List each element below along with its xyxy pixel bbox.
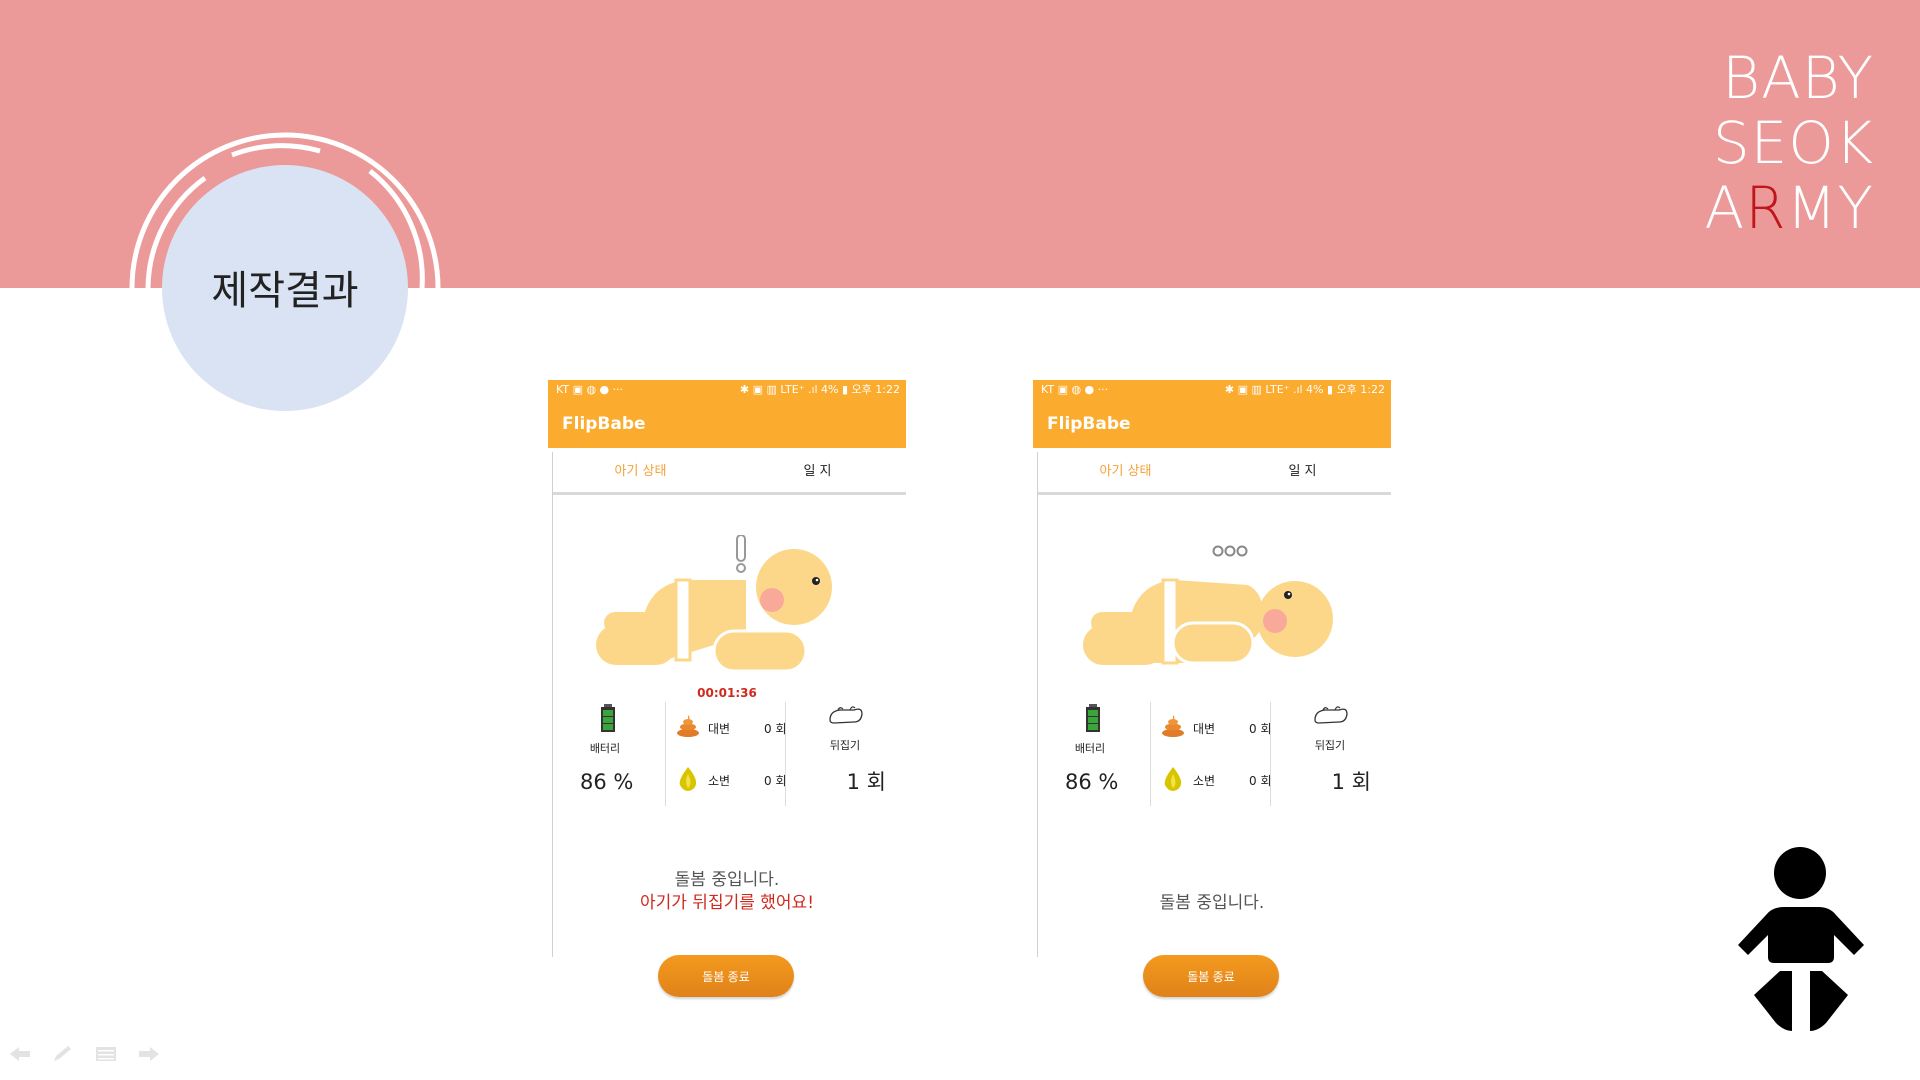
app-title: FlipBabe: [562, 414, 646, 434]
brand-line-3: ARMY: [1704, 174, 1874, 242]
menu-icon[interactable]: [94, 1045, 118, 1063]
tab-baby-status[interactable]: 아기 상태: [552, 452, 729, 492]
stats-divider: [665, 702, 666, 806]
brand-line-2: SEOK: [1712, 109, 1874, 177]
baby-lying-illustration: [1083, 545, 1333, 665]
urine-label: 소변: [1193, 774, 1216, 788]
stats-divider: [1150, 702, 1151, 806]
thinking-dots-icon: [1212, 545, 1248, 557]
stats-panel: 배터리 86 % 대변 0 회 소변 0 회 뒤집기 1 회: [1033, 702, 1391, 812]
tab-bar: 아기 상태 일 지: [1037, 452, 1391, 495]
pen-icon[interactable]: [51, 1045, 75, 1063]
stool-label: 대변: [708, 722, 731, 736]
drop-icon: [679, 767, 697, 791]
stool-row: 대변 0 회: [1161, 714, 1272, 744]
slideshow-controls: [8, 1043, 175, 1067]
exclamation-icon: [736, 535, 746, 573]
status-left: KT ▣ ◍ ● ···: [1041, 383, 1109, 396]
stats-panel: 배터리 86 % 대변 0 회 소변 0 회 뒤집기 1 회: [548, 702, 906, 812]
status-right: ✱ ▣ ▥ LTE⁺ .ıl 4% ▮ 오후 1:22: [1224, 383, 1385, 396]
battery-icon: [1086, 704, 1100, 732]
urine-row: 소변 0 회: [1161, 766, 1272, 796]
flip-value: 1 회: [846, 770, 886, 794]
care-status-message: 돌봄 중입니다.: [1159, 893, 1265, 913]
stool-count: 0 회: [1249, 722, 1272, 736]
battery-label: 배터리: [1074, 742, 1106, 755]
urine-row: 소변 0 회: [676, 766, 787, 796]
brand-line-1: BABY: [1722, 44, 1874, 112]
brand-logo: BABY SEOK ARMY: [1705, 46, 1874, 241]
status-right: ✱ ▣ ▥ LTE⁺ .ıl 4% ▮ 오후 1:22: [739, 383, 900, 396]
flip-label: 뒤집기: [1314, 739, 1346, 752]
battery-label: 배터리: [589, 742, 621, 755]
slide-title: 제작결과: [211, 268, 359, 314]
tab-bar: 아기 상태 일 지: [552, 452, 906, 495]
urine-count: 0 회: [1249, 774, 1272, 788]
flip-icon: [829, 706, 863, 724]
baby-flipped-illustration: [596, 535, 832, 673]
stool-count: 0 회: [764, 722, 787, 736]
battery-value: 86 %: [1065, 770, 1119, 794]
urine-label: 소변: [708, 774, 731, 788]
end-care-button[interactable]: 돌봄 종료: [658, 955, 794, 997]
app-title: FlipBabe: [1047, 414, 1131, 434]
poop-icon: [1162, 715, 1184, 737]
stats-divider: [1270, 702, 1271, 806]
tab-log[interactable]: 일 지: [1214, 452, 1391, 492]
battery-icon: [601, 704, 615, 732]
stats-divider: [785, 702, 786, 806]
poop-icon: [677, 715, 699, 737]
phone-screenshot-normal: KT ▣ ◍ ● ··· ✱ ▣ ▥ LTE⁺ .ıl 4% ▮ 오후 1:22…: [1033, 380, 1391, 1040]
app-bar: FlipBabe: [548, 400, 906, 448]
care-status-message: 돌봄 중입니다.: [674, 870, 780, 890]
drop-icon: [1164, 767, 1182, 791]
baby-changing-icon: [1738, 847, 1864, 1031]
stool-label: 대변: [1193, 722, 1216, 736]
battery-value: 86 %: [580, 770, 634, 794]
phone-screenshot-flipped: KT ▣ ◍ ● ··· ✱ ▣ ▥ LTE⁺ .ıl 4% ▮ 오후 1:22…: [548, 380, 906, 1040]
end-care-button[interactable]: 돌봄 종료: [1143, 955, 1279, 997]
status-bar: KT ▣ ◍ ● ··· ✱ ▣ ▥ LTE⁺ .ıl 4% ▮ 오후 1:22: [548, 380, 906, 400]
stool-row: 대변 0 회: [676, 714, 787, 744]
flip-value: 1 회: [1331, 770, 1371, 794]
urine-count: 0 회: [764, 774, 787, 788]
status-bar: KT ▣ ◍ ● ··· ✱ ▣ ▥ LTE⁺ .ıl 4% ▮ 오후 1:22: [1033, 380, 1391, 400]
tab-log[interactable]: 일 지: [729, 452, 906, 492]
tab-baby-status[interactable]: 아기 상태: [1037, 452, 1214, 492]
flip-icon: [1314, 706, 1348, 724]
status-left: KT ▣ ◍ ● ···: [556, 383, 624, 396]
flip-alert-message: 아기가 뒤집기를 했어요!: [639, 893, 815, 913]
app-bar: FlipBabe: [1033, 400, 1391, 448]
flip-label: 뒤집기: [829, 739, 861, 752]
flip-timer: 00:01:36: [697, 686, 757, 700]
arrow-right-icon[interactable]: [137, 1045, 161, 1063]
arrow-left-icon[interactable]: [8, 1045, 32, 1063]
